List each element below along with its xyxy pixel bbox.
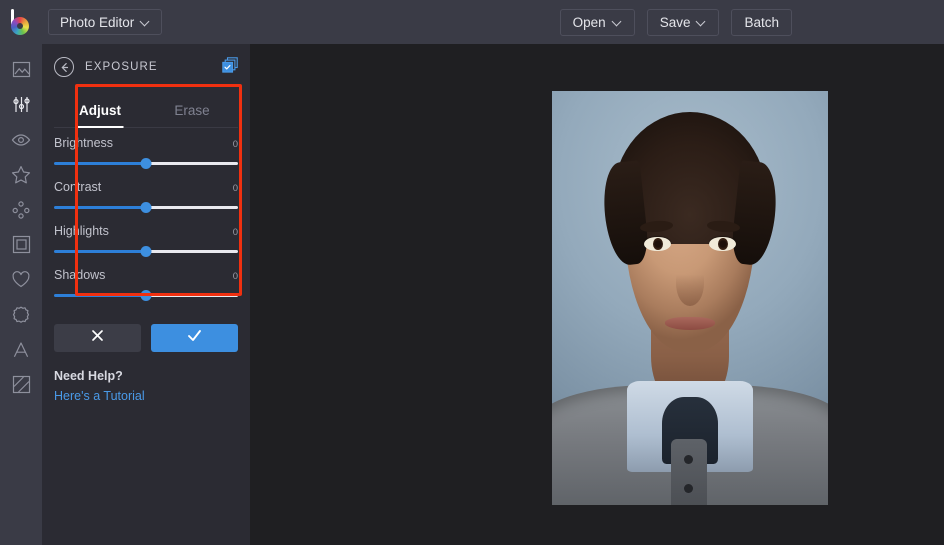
- slider-fill: [54, 162, 146, 165]
- tab-erase[interactable]: Erase: [146, 96, 238, 127]
- editor-canvas[interactable]: [250, 44, 944, 545]
- photo-eye-left: [644, 237, 670, 251]
- texture-icon: [12, 375, 31, 394]
- check-icon: [186, 327, 203, 349]
- app-logo[interactable]: [0, 0, 42, 44]
- help-section: Need Help? Here's a Tutorial: [42, 352, 250, 403]
- cancel-button[interactable]: [54, 324, 141, 352]
- tool-sidebar: [0, 44, 42, 545]
- panel-title: EXPOSURE: [85, 61, 158, 73]
- exposure-panel: EXPOSURE Adjust Erase: [42, 44, 250, 545]
- tab-adjust[interactable]: Adjust: [54, 96, 146, 127]
- slider-fill: [54, 206, 146, 209]
- sidebar-item-overlays[interactable]: [0, 192, 42, 227]
- layers-icon[interactable]: [222, 57, 238, 78]
- panel-tabs: Adjust Erase: [54, 90, 238, 128]
- heart-icon: [11, 270, 31, 290]
- slider-brightness-track[interactable]: [54, 158, 238, 168]
- slider-shadows-label: Shadows: [54, 268, 105, 282]
- photo-mouth: [665, 317, 715, 330]
- photo-eye-right: [709, 237, 735, 251]
- slider-fill: [54, 294, 146, 297]
- logo-color-wheel: [11, 17, 29, 35]
- app-menu-button[interactable]: Photo Editor: [48, 9, 162, 35]
- sidebar-item-adjust[interactable]: [0, 87, 42, 122]
- slider-rest: [146, 294, 238, 297]
- eye-icon: [11, 130, 31, 150]
- sliders-icon: [12, 95, 31, 114]
- slider-shadows-track[interactable]: [54, 290, 238, 300]
- open-button-label: Open: [573, 15, 606, 30]
- slider-brightness-value: 0: [233, 139, 238, 150]
- slider-rest: [146, 206, 238, 209]
- close-icon: [90, 328, 105, 348]
- sidebar-item-stickers[interactable]: [0, 262, 42, 297]
- text-icon: [11, 340, 31, 360]
- app-menu-label: Photo Editor: [60, 15, 134, 30]
- slider-highlights-label: Highlights: [54, 224, 109, 238]
- slider-contrast-thumb[interactable]: [141, 202, 152, 213]
- apply-button[interactable]: [151, 324, 238, 352]
- photo-editor-app: Photo Editor Open Save Batch: [0, 0, 944, 545]
- sidebar-item-effects[interactable]: [0, 157, 42, 192]
- badge-icon: [11, 305, 31, 325]
- toolbar-actions: Open Save Batch: [560, 9, 944, 36]
- slider-contrast-value: 0: [233, 183, 238, 194]
- slider-brightness: Brightness 0: [54, 136, 238, 168]
- slider-highlights-value: 0: [233, 227, 238, 238]
- photo-placket: [671, 439, 707, 505]
- slider-highlights-thumb[interactable]: [141, 246, 152, 257]
- slider-contrast-label: Contrast: [54, 180, 101, 194]
- sidebar-item-image[interactable]: [0, 52, 42, 87]
- tab-erase-label: Erase: [174, 103, 209, 118]
- frame-icon: [12, 235, 31, 254]
- particles-icon: [11, 200, 31, 220]
- chevron-down-icon: [141, 18, 150, 27]
- save-button[interactable]: Save: [647, 9, 720, 36]
- image-icon: [12, 60, 31, 79]
- slider-list: Brightness 0 Contrast 0: [42, 128, 250, 300]
- photo-nose: [676, 261, 704, 307]
- star-icon: [11, 165, 31, 185]
- slider-shadows-value: 0: [233, 271, 238, 282]
- tab-adjust-label: Adjust: [79, 103, 121, 118]
- open-button[interactable]: Open: [560, 9, 635, 36]
- slider-rest: [146, 250, 238, 253]
- chevron-down-icon: [613, 18, 622, 27]
- panel-actions: [42, 312, 250, 352]
- slider-highlights-track[interactable]: [54, 246, 238, 256]
- chevron-down-icon: [697, 18, 706, 27]
- slider-brightness-thumb[interactable]: [141, 158, 152, 169]
- tutorial-link[interactable]: Here's a Tutorial: [54, 389, 238, 403]
- sidebar-item-texture[interactable]: [0, 367, 42, 402]
- sidebar-item-frames[interactable]: [0, 227, 42, 262]
- panel-header: EXPOSURE: [42, 44, 250, 90]
- top-toolbar: Photo Editor Open Save Batch: [0, 0, 944, 44]
- slider-contrast: Contrast 0: [54, 180, 238, 212]
- slider-contrast-track[interactable]: [54, 202, 238, 212]
- slider-fill: [54, 250, 146, 253]
- sidebar-item-text[interactable]: [0, 332, 42, 367]
- sidebar-item-badges[interactable]: [0, 297, 42, 332]
- portrait-photo[interactable]: [552, 91, 828, 505]
- slider-shadows: Shadows 0: [54, 268, 238, 300]
- back-arrow-icon[interactable]: [54, 57, 74, 77]
- slider-highlights: Highlights 0: [54, 224, 238, 256]
- save-button-label: Save: [660, 15, 691, 30]
- batch-button-label: Batch: [744, 15, 779, 30]
- slider-brightness-label: Brightness: [54, 136, 113, 150]
- slider-shadows-thumb[interactable]: [141, 290, 152, 301]
- help-title: Need Help?: [54, 369, 238, 383]
- batch-button[interactable]: Batch: [731, 9, 792, 36]
- sidebar-item-retouch[interactable]: [0, 122, 42, 157]
- slider-rest: [146, 162, 238, 165]
